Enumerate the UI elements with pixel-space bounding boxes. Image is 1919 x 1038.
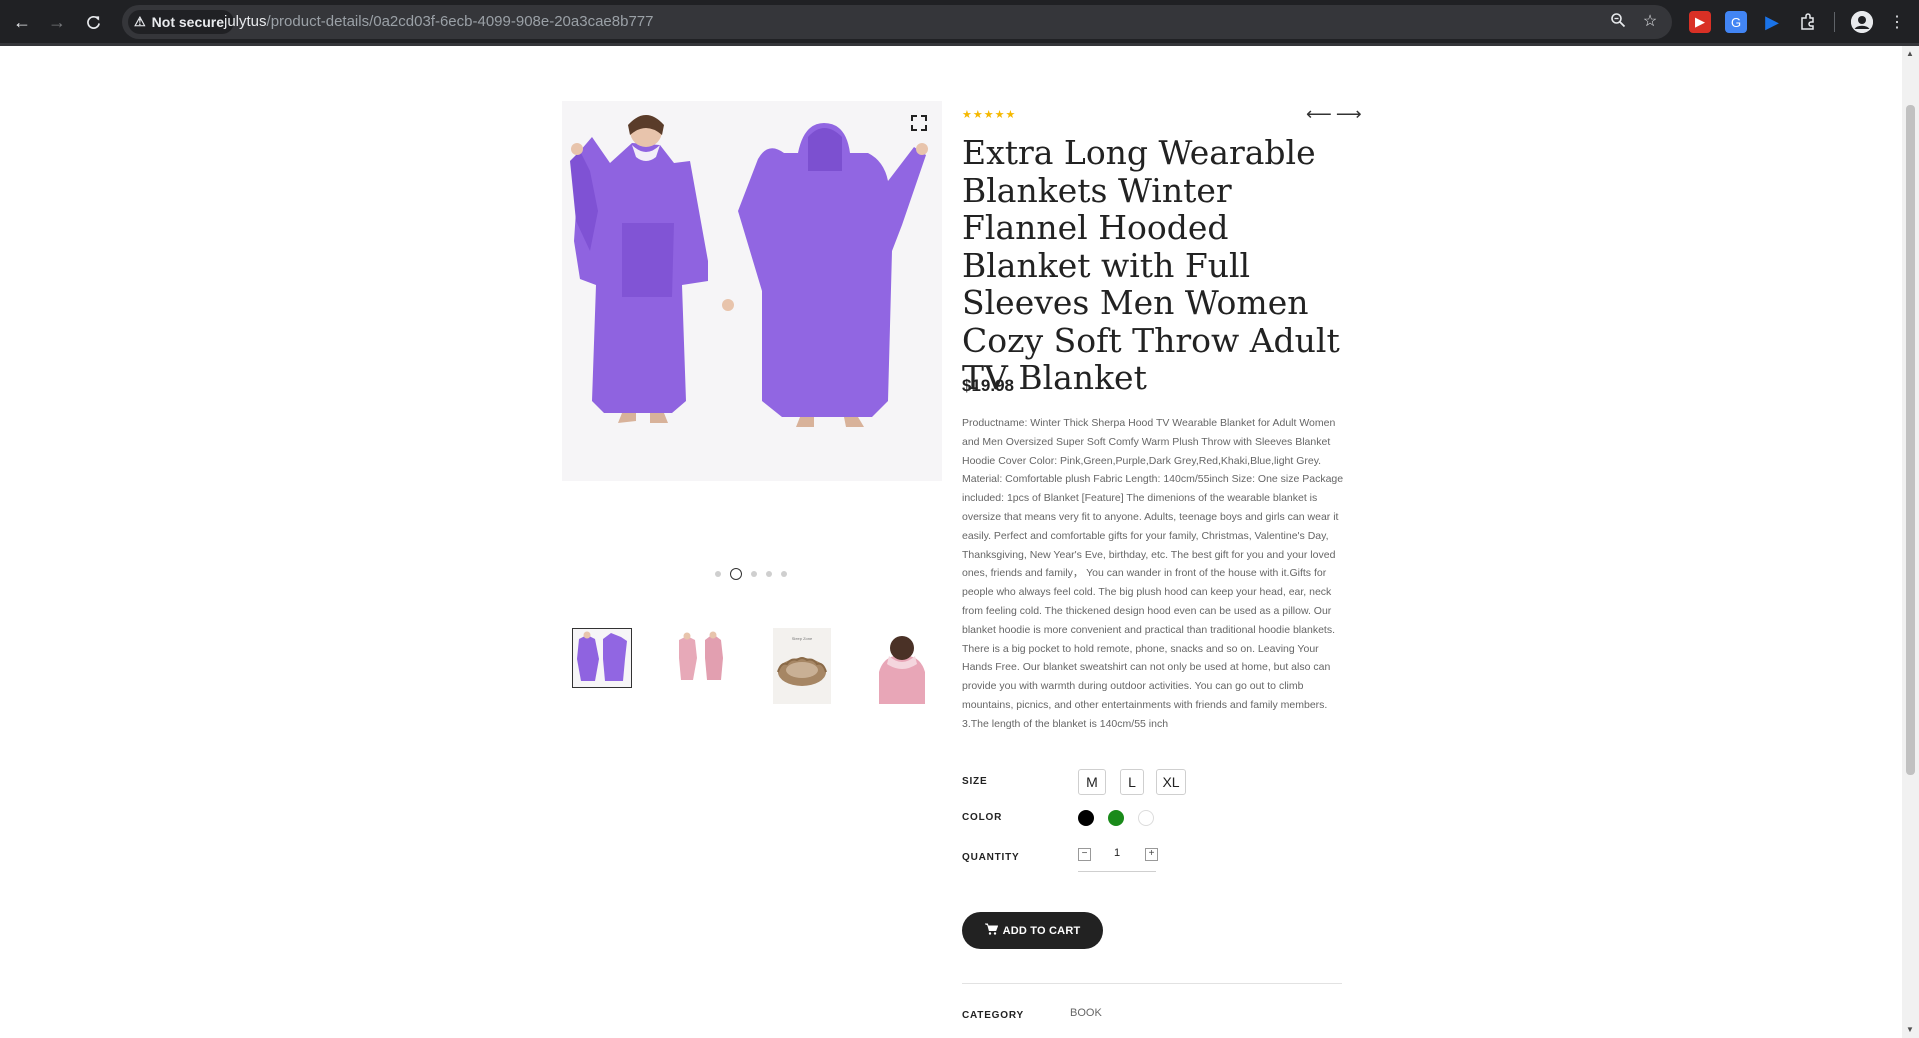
warning-icon: ⚠	[134, 14, 146, 29]
browser-toolbar: ← → ⚠ Not secure julytus/product-details…	[0, 0, 1919, 43]
translate-extension-icon[interactable]: G	[1725, 11, 1747, 33]
slide-dot[interactable]	[715, 571, 721, 577]
star-icon[interactable]: ☆	[1640, 12, 1660, 32]
add-to-cart-label: ADD TO CART	[1002, 924, 1081, 937]
slide-dot[interactable]	[751, 571, 757, 577]
thumbnail-pink-hoodie-back[interactable]	[873, 628, 931, 704]
quantity-label: QUANTITY	[962, 852, 1020, 863]
rating-stars: ★★★★★	[962, 109, 1017, 121]
security-label: Not secure	[151, 14, 225, 30]
zoom-icon[interactable]	[1608, 12, 1628, 32]
next-product-arrow-icon[interactable]: ⟶	[1336, 104, 1362, 125]
color-swatch-green[interactable]	[1108, 810, 1124, 826]
add-to-cart-button[interactable]: ADD TO CART	[962, 912, 1103, 949]
product-title: Extra Long Wearable Blankets Winter Flan…	[962, 133, 1340, 397]
section-divider	[962, 983, 1342, 984]
slide-dot-active[interactable]	[730, 568, 742, 580]
product-main-image[interactable]	[562, 101, 942, 481]
previous-product-arrow-icon[interactable]: ⟵	[1306, 104, 1332, 125]
scrollbar-thumb[interactable]	[1906, 105, 1915, 775]
product-price: $19.98	[962, 376, 1014, 395]
thumbnail-purple-blanket[interactable]	[572, 628, 632, 688]
profile-icon[interactable]	[1851, 11, 1873, 33]
menu-icon[interactable]: ⋮	[1886, 11, 1908, 33]
quantity-input[interactable]: 1	[1108, 847, 1126, 859]
reload-icon[interactable]	[77, 6, 109, 38]
slide-indicator	[715, 568, 787, 580]
size-option-m[interactable]: M	[1078, 769, 1106, 795]
thumbnail-caption: Sleep Zone	[792, 636, 813, 641]
forward-icon[interactable]: →	[41, 6, 73, 38]
size-option-l[interactable]: L	[1120, 769, 1144, 795]
color-label: COLOR	[962, 812, 1003, 823]
front-view-figure	[570, 115, 734, 423]
slide-dot[interactable]	[781, 571, 787, 577]
scroll-down-icon[interactable]: ▼	[1905, 1025, 1915, 1035]
slide-dot[interactable]	[766, 571, 772, 577]
product-navigation: ⟵ ⟶	[1306, 104, 1362, 125]
thumbnail-pink-blanket[interactable]	[673, 628, 731, 686]
cart-icon	[984, 923, 998, 938]
back-icon[interactable]: ←	[6, 6, 38, 38]
url-text[interactable]: julytus/product-details/0a2cd03f-6ecb-40…	[224, 13, 653, 30]
security-chip[interactable]: ⚠ Not secure	[128, 10, 235, 34]
toolbar-divider	[1834, 12, 1835, 32]
category-value-link[interactable]: BOOK	[1070, 1007, 1102, 1019]
product-description: Productname: Winter Thick Sherpa Hood TV…	[962, 417, 1344, 730]
fullscreen-icon[interactable]	[908, 112, 930, 134]
back-view-figure	[738, 123, 928, 427]
quantity-increase-button[interactable]: +	[1145, 848, 1158, 861]
quantity-stepper: − 1 +	[1078, 845, 1158, 872]
toolbar-border	[0, 43, 1919, 46]
size-option-xl[interactable]: XL	[1156, 769, 1186, 795]
url-path: /product-details/0a2cd03f-6ecb-4099-908e…	[266, 13, 654, 30]
address-bar[interactable]: ⚠ Not secure julytus/product-details/0a2…	[122, 5, 1672, 39]
thumbnail-pet-bed[interactable]: Sleep Zone	[773, 628, 831, 704]
youtube-extension-icon[interactable]: ▶	[1689, 11, 1711, 33]
url-host: julytus	[224, 13, 267, 30]
category-label: CATEGORY	[962, 1010, 1024, 1021]
color-swatch-white[interactable]	[1138, 810, 1154, 826]
color-swatch-black[interactable]	[1078, 810, 1094, 826]
cursor-extension-icon[interactable]: ▶	[1761, 11, 1783, 33]
size-label: SIZE	[962, 776, 988, 787]
scroll-up-icon[interactable]: ▲	[1905, 49, 1915, 59]
quantity-decrease-button[interactable]: −	[1078, 848, 1091, 861]
extension-icon[interactable]	[1797, 11, 1819, 33]
